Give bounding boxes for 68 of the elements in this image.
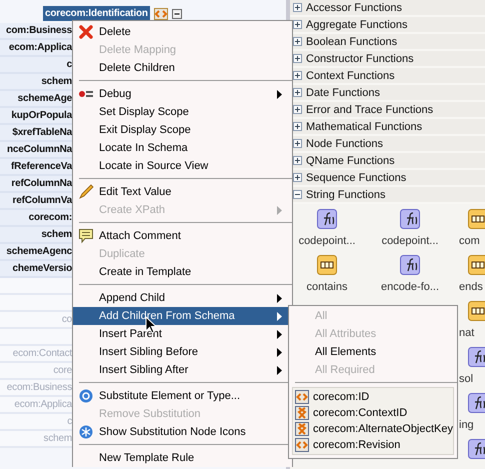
function-item[interactable]: codepoint... [298, 235, 356, 247]
category-item[interactable]: Accessor Functions [306, 2, 402, 14]
category-item[interactable]: Boolean Functions [306, 36, 398, 48]
function-item[interactable]: sol [459, 373, 474, 385]
category-item[interactable]: Node Functions [306, 138, 384, 150]
menu-item[interactable]: New Template Rule [73, 449, 292, 467]
function-icon [400, 255, 420, 275]
function-item[interactable]: ends [459, 281, 483, 293]
function-icon [400, 209, 420, 229]
choice-element-icon [295, 406, 309, 420]
string-function-icon [468, 255, 485, 275]
category-item[interactable]: Error and Trace Functions [306, 104, 434, 116]
menu-item[interactable]: Edit Text Value [73, 183, 292, 201]
menu-item[interactable]: Create in Template [73, 263, 292, 281]
element-icon [154, 8, 168, 20]
tree-row[interactable] [0, 295, 72, 312]
element-icon [295, 438, 309, 452]
schema-element[interactable]: corecom:ContextID [313, 407, 408, 419]
function-item[interactable]: nat [459, 327, 474, 339]
function-item[interactable]: com [459, 235, 480, 247]
schema-element[interactable]: corecom:Revision [313, 439, 400, 451]
menu-item[interactable]: Show Substitution Node Icons [73, 423, 292, 441]
menu-item[interactable]: All Elements [289, 343, 457, 361]
node-icons-icon [78, 424, 94, 440]
category-item[interactable]: Sequence Functions [306, 172, 406, 184]
tree-row[interactable] [0, 278, 72, 295]
pencil-icon [78, 184, 94, 200]
choice-element-icon [295, 422, 309, 436]
function-icon [468, 393, 485, 413]
tree-node[interactable]: corecom:Identification [43, 6, 150, 21]
tree-node[interactable]: c [66, 57, 72, 72]
menu-item[interactable]: Locate In Schema [73, 139, 292, 157]
string-function-icon [317, 255, 337, 275]
function-item[interactable]: ing [459, 419, 474, 431]
category-item[interactable]: Constructor Functions [306, 52, 414, 64]
menu-item[interactable]: Attach Comment [73, 227, 292, 245]
menu-item[interactable]: Substitute Element or Type... [73, 387, 292, 405]
tree-row[interactable] [0, 329, 72, 346]
category-item[interactable]: Date Functions [306, 86, 380, 98]
menu-item[interactable]: Delete Children [73, 59, 292, 77]
function-item[interactable]: codepoint... [382, 235, 438, 247]
menu-item[interactable]: Delete [73, 23, 292, 41]
category-item[interactable]: Context Functions [306, 70, 395, 82]
category-item[interactable]: String Functions [306, 188, 386, 200]
comment-icon [78, 228, 94, 244]
string-function-icon [468, 301, 485, 321]
delete-icon [78, 24, 94, 40]
menu-item[interactable]: Locate in Source View [73, 157, 292, 175]
menu-item[interactable]: Insert Sibling After [73, 361, 292, 379]
function-item[interactable]: encode-fo... [380, 281, 440, 293]
menu-item[interactable]: Insert Parent [73, 325, 292, 343]
function-item[interactable]: contains [306, 281, 348, 293]
function-icon [468, 439, 485, 459]
menu-item[interactable]: Append Child [73, 289, 292, 307]
substitute-icon [78, 388, 94, 404]
menu-item[interactable]: Debug [73, 85, 292, 103]
menu-item[interactable]: Exit Display Scope [73, 121, 292, 139]
string-function-icon [468, 209, 485, 229]
function-icon [468, 347, 485, 367]
schema-element[interactable]: corecom:AlternateObjectKey [313, 423, 454, 435]
schema-element[interactable]: corecom:ID [313, 391, 370, 403]
menu-item[interactable]: Set Display Scope [73, 103, 292, 121]
category-item[interactable]: Mathematical Functions [306, 120, 422, 132]
function-icon [317, 209, 337, 229]
category-item[interactable]: QName Functions [306, 154, 395, 166]
menu-item[interactable]: Insert Sibling Before [73, 343, 292, 361]
element-icon [295, 390, 309, 404]
category-item[interactable]: Aggregate Functions [306, 18, 408, 30]
